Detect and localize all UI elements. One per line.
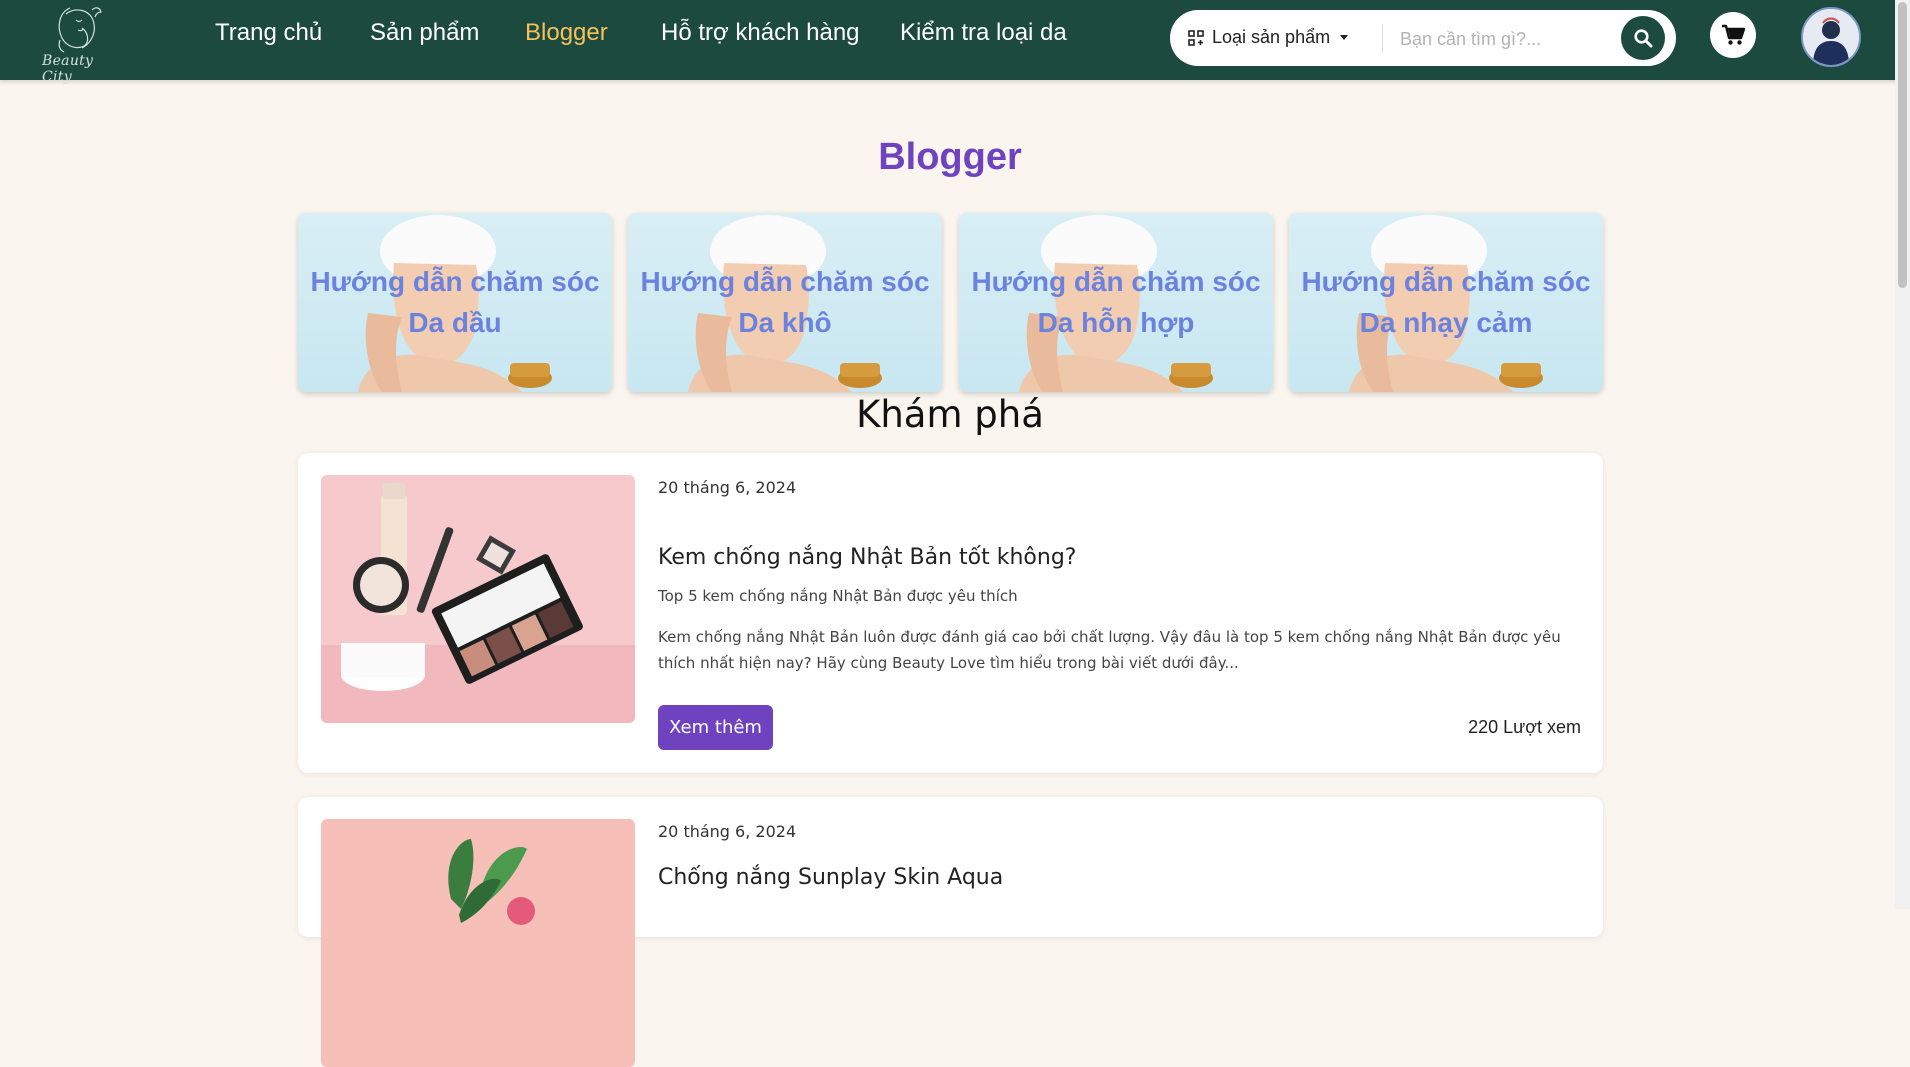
search-icon (1634, 29, 1653, 48)
nav-item-blogger[interactable]: Blogger (525, 19, 608, 47)
brand-logo[interactable]: Beauty City (36, 0, 122, 85)
user-avatar[interactable] (1801, 7, 1861, 67)
category-card-dry-skin[interactable]: Hướng dẫn chăm sóc Da khô (628, 213, 942, 392)
search-divider (1382, 24, 1383, 52)
page-title: Blogger (878, 136, 1022, 178)
nav-item-support[interactable]: Hỗ trợ khách hàng (661, 19, 860, 47)
sunscreen-product-image (321, 819, 635, 1067)
post-date: 20 tháng 6, 2024 (658, 822, 797, 841)
caret-down-icon (1340, 35, 1349, 40)
grid-icon (1188, 29, 1204, 46)
category-card-title: Hướng dẫn chăm sóc Da hỗn hợp (971, 266, 1261, 338)
post-view-count: 220 Lượt xem (1468, 717, 1581, 737)
read-more-button[interactable]: Xem thêm (658, 705, 773, 750)
top-navbar: Beauty City Trang chủ Sản phẩm Blogger H… (0, 0, 1910, 85)
post-date: 20 tháng 6, 2024 (658, 478, 797, 497)
nav-item-home[interactable]: Trang chủ (215, 19, 322, 47)
post-thumbnail[interactable] (321, 475, 635, 723)
search-button[interactable] (1621, 16, 1665, 60)
post-excerpt: Kem chống nắng Nhật Bản luôn được đánh g… (658, 628, 1561, 672)
blog-post-card: 20 tháng 6, 2024 Chống nắng Sunplay Skin… (298, 797, 1603, 1067)
cart-button[interactable] (1710, 12, 1756, 58)
nav-item-skin-test[interactable]: Kiểm tra loại da (900, 19, 1067, 47)
category-dropdown-label: Loại sản phẩm (1212, 27, 1331, 47)
post-title[interactable]: Kem chống nắng Nhật Bản tốt không? (658, 545, 1076, 570)
category-card-title: Hướng dẫn chăm sóc Da khô (640, 266, 930, 338)
explore-heading: Khám phá (856, 393, 1044, 436)
makeup-products-image (321, 475, 635, 723)
blog-post-card: 20 tháng 6, 2024 Kem chống nắng Nhật Bản… (298, 453, 1603, 773)
nav-item-products[interactable]: Sản phẩm (370, 19, 479, 47)
search-input[interactable] (1398, 22, 1582, 56)
category-dropdown[interactable]: Loại sản phẩm (1188, 27, 1349, 48)
category-card-title: Hướng dẫn chăm sóc Da dầu (310, 266, 600, 338)
logo-text: Beauty City (42, 53, 94, 85)
category-card-title: Hướng dẫn chăm sóc Da nhạy cảm (1301, 266, 1591, 338)
post-subtitle: Top 5 kem chống nắng Nhật Bản được yêu t… (658, 587, 1018, 605)
category-card-combination-skin[interactable]: Hướng dẫn chăm sóc Da hỗn hợp (959, 213, 1273, 392)
post-title[interactable]: Chống nắng Sunplay Skin Aqua (658, 865, 1003, 890)
category-card-sensitive-skin[interactable]: Hướng dẫn chăm sóc Da nhạy cảm (1289, 213, 1603, 392)
cart-icon (1722, 24, 1745, 45)
avatar-image (1803, 9, 1859, 65)
search-bar: Loại sản phẩm (1170, 10, 1676, 66)
post-thumbnail[interactable] (321, 819, 635, 1067)
category-card-oily-skin[interactable]: Hướng dẫn chăm sóc Da dầu (298, 213, 612, 392)
